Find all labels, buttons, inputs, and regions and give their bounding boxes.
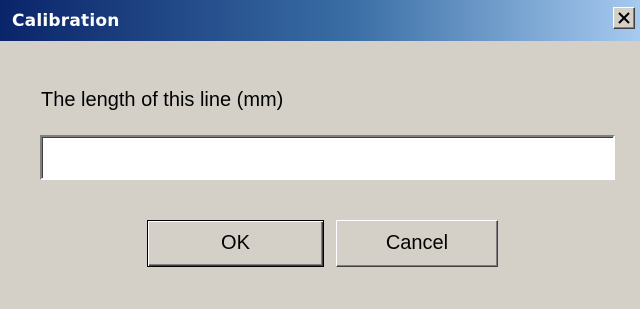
length-prompt-label: The length of this line (mm) [41,89,284,111]
title-bar[interactable]: Calibration [0,0,640,42]
window-title: Calibration [12,11,120,31]
cancel-button[interactable]: Cancel [336,220,498,267]
ok-button[interactable]: OK [147,220,324,267]
calibration-dialog: Calibration The length of this line (mm)… [0,0,640,309]
length-input[interactable] [40,135,615,180]
close-button[interactable] [613,7,635,29]
close-icon [618,12,630,24]
